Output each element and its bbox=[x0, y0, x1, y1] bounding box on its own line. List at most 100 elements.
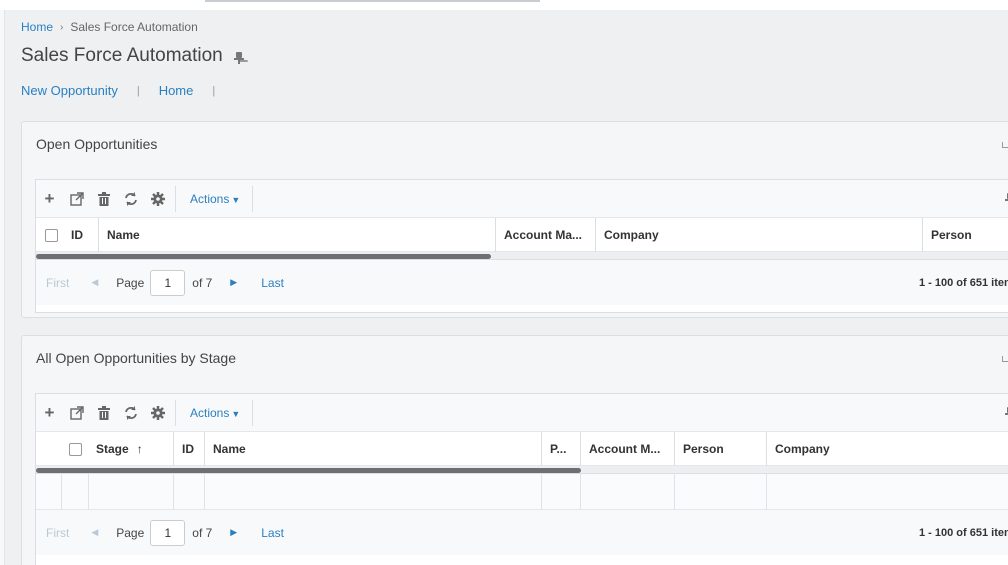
table-cell bbox=[204, 474, 205, 510]
horizontal-scrollbar[interactable] bbox=[36, 252, 1008, 260]
last-page-button[interactable]: Last bbox=[261, 526, 284, 540]
open-opportunities-panel: Open Opportunities + Actions▼ ☆ bbox=[21, 121, 1008, 318]
column-header-name[interactable]: Name bbox=[98, 218, 494, 252]
select-all-cell bbox=[62, 432, 88, 466]
column-header-person[interactable]: Person bbox=[674, 432, 766, 466]
pin-icon[interactable] bbox=[233, 51, 245, 64]
column-header-name[interactable]: Name bbox=[204, 432, 542, 466]
page-total: of 7 bbox=[192, 525, 213, 540]
toolbar-divider bbox=[252, 185, 254, 212]
toolbar-divider bbox=[252, 399, 254, 426]
select-all-cell bbox=[36, 218, 66, 252]
toolbar-right: ☆ bbox=[998, 394, 1008, 432]
table-row bbox=[36, 474, 1008, 510]
top-scroll-indicator bbox=[205, 0, 540, 2]
column-label: ID bbox=[71, 228, 83, 242]
scrollbar-thumb[interactable] bbox=[36, 468, 581, 473]
toolbar-divider bbox=[175, 185, 176, 212]
column-header-account-manager[interactable]: Account M... bbox=[580, 432, 674, 466]
column-header-company[interactable]: Company bbox=[766, 432, 1008, 466]
horizontal-scrollbar[interactable] bbox=[36, 466, 1008, 474]
caret-down-icon: ▼ bbox=[231, 194, 241, 205]
page-title: Sales Force Automation bbox=[21, 45, 223, 66]
add-icon[interactable]: + bbox=[36, 394, 63, 432]
prev-page-icon[interactable]: ◀ bbox=[91, 527, 98, 538]
column-header-stage[interactable]: Stage ↑ bbox=[88, 432, 173, 466]
page-title-wrap: Sales Force Automation bbox=[21, 45, 245, 67]
page-number-input[interactable] bbox=[150, 269, 186, 296]
column-label: Stage bbox=[96, 442, 129, 456]
pin-icon[interactable] bbox=[998, 394, 1008, 432]
grid-header: ID Name Account Ma... Company Person bbox=[36, 218, 1008, 252]
page-total: of 7 bbox=[192, 275, 213, 290]
breadcrumb-current: Sales Force Automation bbox=[70, 20, 198, 34]
table-cell bbox=[580, 474, 581, 510]
panel-title: Open Opportunities bbox=[36, 136, 158, 152]
actions-label: Actions bbox=[190, 405, 230, 420]
column-label: ID bbox=[182, 442, 194, 456]
next-page-icon[interactable]: ▶ bbox=[230, 277, 237, 288]
page-number-input[interactable] bbox=[150, 519, 186, 546]
column-header-account-manager[interactable]: Account Ma... bbox=[495, 218, 595, 252]
column-header-company[interactable]: Company bbox=[595, 218, 922, 252]
caret-down-icon: ▼ bbox=[231, 408, 241, 419]
pin-icon[interactable] bbox=[998, 180, 1008, 218]
prev-page-icon[interactable]: ◀ bbox=[91, 277, 98, 288]
new-opportunity-link[interactable]: New Opportunity bbox=[21, 83, 118, 98]
gear-icon[interactable] bbox=[144, 394, 171, 432]
grid-toolbar: + Actions▼ ☆ bbox=[36, 180, 1008, 218]
left-rail bbox=[0, 10, 5, 565]
first-page-button[interactable]: First bbox=[46, 526, 69, 540]
breadcrumb-home-link[interactable]: Home bbox=[21, 20, 53, 34]
column-header-person[interactable]: Person bbox=[922, 218, 1008, 252]
add-icon[interactable]: + bbox=[36, 180, 63, 218]
column-label: Account Ma... bbox=[504, 228, 583, 242]
page-label: Page bbox=[116, 525, 145, 540]
nav-divider: | bbox=[212, 84, 216, 97]
grid-header: Stage ↑ ID Name P... Account M... Person … bbox=[36, 432, 1008, 466]
column-label: Person bbox=[931, 228, 972, 242]
sort-ascending-icon: ↑ bbox=[136, 442, 143, 456]
actions-label: Actions bbox=[190, 191, 230, 206]
column-label: Account M... bbox=[589, 442, 661, 456]
column-label: Company bbox=[604, 228, 659, 242]
column-label: Person bbox=[683, 442, 724, 456]
refresh-icon[interactable] bbox=[117, 394, 144, 432]
select-all-checkbox[interactable] bbox=[68, 442, 82, 456]
pager: First ◀ Page of 7 ▶ Last 1 - 100 of 651 … bbox=[36, 260, 1008, 305]
pager: First ◀ Page of 7 ▶ Last 1 - 100 of 651 … bbox=[36, 510, 1008, 555]
nav-divider: | bbox=[136, 84, 140, 97]
chevron-right-icon: › bbox=[60, 21, 64, 33]
actions-dropdown[interactable]: Actions ▼ bbox=[182, 192, 248, 206]
actions-dropdown[interactable]: Actions ▼ bbox=[182, 406, 248, 420]
first-page-button[interactable]: First bbox=[46, 276, 69, 290]
opportunities-by-stage-panel: All Open Opportunities by Stage + Action… bbox=[21, 335, 1008, 565]
column-header-p[interactable]: P... bbox=[541, 432, 581, 466]
opportunities-by-stage-grid: + Actions▼ ☆ Stage ↑ ID bbox=[35, 393, 1008, 565]
table-cell bbox=[674, 474, 675, 510]
top-strip bbox=[0, 0, 1008, 10]
scrollbar-thumb[interactable] bbox=[36, 254, 492, 259]
gear-icon[interactable] bbox=[144, 180, 171, 218]
expand-icon[interactable] bbox=[1002, 356, 1008, 362]
home-link[interactable]: Home bbox=[159, 83, 194, 98]
last-page-button[interactable]: Last bbox=[261, 276, 284, 290]
open-external-icon[interactable] bbox=[63, 180, 90, 218]
table-cell bbox=[173, 474, 174, 510]
sub-navigation: New Opportunity | Home | bbox=[21, 83, 234, 98]
column-header-id[interactable]: ID bbox=[173, 432, 205, 466]
trash-icon[interactable] bbox=[90, 180, 117, 218]
column-header-id[interactable]: ID bbox=[63, 218, 97, 252]
trash-icon[interactable] bbox=[90, 394, 117, 432]
panel-title: All Open Opportunities by Stage bbox=[36, 350, 237, 366]
select-all-checkbox[interactable] bbox=[44, 228, 58, 242]
refresh-icon[interactable] bbox=[117, 180, 144, 218]
item-count: 1 - 100 of 651 items bbox=[919, 526, 1008, 539]
column-label: P... bbox=[550, 442, 567, 456]
expand-icon[interactable] bbox=[1002, 142, 1008, 148]
column-label: Name bbox=[107, 228, 140, 242]
table-cell bbox=[61, 474, 62, 510]
open-external-icon[interactable] bbox=[63, 394, 90, 432]
column-label: Company bbox=[775, 442, 830, 456]
next-page-icon[interactable]: ▶ bbox=[230, 527, 237, 538]
